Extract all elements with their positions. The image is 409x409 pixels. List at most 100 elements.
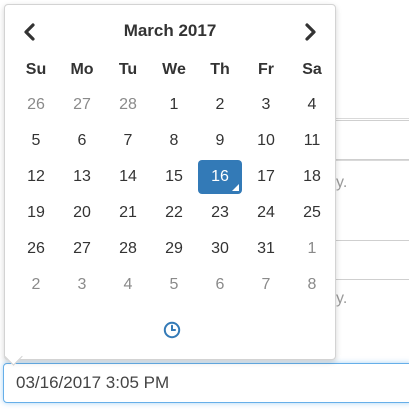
calendar-day[interactable]: 2 [14, 268, 58, 302]
calendar-day-cell: 6 [197, 267, 243, 303]
calendar-day-cell: 21 [105, 195, 151, 231]
calendar-day-cell: 4 [289, 87, 335, 123]
calendar-day[interactable]: 14 [106, 160, 150, 194]
calendar-day-cell: 29 [151, 231, 197, 267]
calendar-day-cell: 1 [151, 87, 197, 123]
calendar-day[interactable]: 13 [60, 160, 104, 194]
calendar-day-cell: 24 [243, 195, 289, 231]
calendar-week-row: 12 13 14 15 16 17 18 [13, 159, 335, 195]
calendar-day[interactable]: 4 [106, 268, 150, 302]
calendar-week-row: 5 6 7 8 9 10 11 [13, 123, 335, 159]
calendar-day[interactable]: 28 [106, 88, 150, 122]
calendar-week-row: 19 20 21 22 23 24 25 [13, 195, 335, 231]
calendar-day-cell: 9 [197, 123, 243, 159]
calendar-day-cell: 1 [289, 231, 335, 267]
calendar-day[interactable]: 2 [198, 88, 242, 122]
calendar-day[interactable]: 29 [152, 232, 196, 266]
calendar-day[interactable]: 6 [198, 268, 242, 302]
calendar-day[interactable]: 12 [14, 160, 58, 194]
calendar-day[interactable]: 19 [14, 196, 58, 230]
toggle-time-picker-button[interactable] [161, 319, 183, 341]
datetime-input[interactable] [3, 363, 409, 403]
calendar-day[interactable]: 26 [14, 88, 58, 122]
calendar-day[interactable]: 7 [106, 124, 150, 158]
weekday-label: Sa [302, 61, 322, 78]
calendar-day[interactable]: 21 [106, 196, 150, 230]
calendar-day-cell: 2 [197, 87, 243, 123]
calendar-day-cell: 27 [59, 231, 105, 267]
calendar-day[interactable]: 15 [152, 160, 196, 194]
next-month-button[interactable] [295, 17, 325, 47]
calendar-day-cell: 15 [151, 159, 197, 195]
calendar-day[interactable]: 20 [60, 196, 104, 230]
calendar-day[interactable]: 27 [60, 88, 104, 122]
calendar-day-cell: 2 [13, 267, 59, 303]
datetime-picker-popup: March 2017 Su Mo Tu We Th Fr Sa 26 27 28 1 2… [4, 4, 336, 360]
calendar-day-cell: 19 [13, 195, 59, 231]
calendar-day-cell: 8 [289, 267, 335, 303]
calendar-header: March 2017 [5, 17, 335, 47]
calendar-day-cell: 10 [243, 123, 289, 159]
calendar-day[interactable]: 27 [60, 232, 104, 266]
calendar-day[interactable]: 1 [290, 232, 334, 266]
calendar-day[interactable]: 24 [244, 196, 288, 230]
chevron-left-icon [24, 23, 35, 41]
calendar-day[interactable]: 3 [60, 268, 104, 302]
background-field [330, 240, 409, 280]
calendar-day-cell: 12 [13, 159, 59, 195]
calendar-day[interactable]: 4 [290, 88, 334, 122]
calendar-day-cell: 20 [59, 195, 105, 231]
weekday-label: Mo [70, 61, 94, 78]
calendar-day[interactable]: 7 [244, 268, 288, 302]
calendar-day[interactable]: 28 [106, 232, 150, 266]
calendar-day[interactable]: 17 [244, 160, 288, 194]
calendar-day[interactable]: 23 [198, 196, 242, 230]
selected-day[interactable]: 16 [198, 160, 242, 194]
previous-month-button[interactable] [15, 17, 45, 47]
background-divider [330, 118, 409, 119]
calendar-day[interactable]: 5 [14, 124, 58, 158]
calendar-day-cell: 27 [59, 87, 105, 123]
weekday-label: We [162, 61, 186, 78]
calendar-day-cell: 13 [59, 159, 105, 195]
calendar-day[interactable]: 26 [14, 232, 58, 266]
calendar-day-cell: 17 [243, 159, 289, 195]
calendar-week-row: 26 27 28 29 30 31 1 [13, 231, 335, 267]
calendar-day-cell: 3 [59, 267, 105, 303]
calendar-day[interactable]: 31 [244, 232, 288, 266]
calendar-day[interactable]: 11 [290, 124, 334, 158]
calendar-day-cell: 14 [105, 159, 151, 195]
calendar-day-cell: 23 [197, 195, 243, 231]
calendar-days: 26 27 28 1 2 3 4 5 6 7 8 9 10 11 12 13 14 15 16 17 18 19 20 21 2… [13, 87, 335, 303]
calendar-day[interactable]: 25 [290, 196, 334, 230]
calendar-day[interactable]: 8 [290, 268, 334, 302]
month-title[interactable]: March 2017 [85, 21, 255, 41]
weekday-header-row: Su Mo Tu We Th Fr Sa [13, 53, 335, 87]
calendar-day[interactable]: 5 [152, 268, 196, 302]
calendar-day-cell: 6 [59, 123, 105, 159]
calendar-day-cell: 4 [105, 267, 151, 303]
weekday-label: Tu [118, 61, 138, 78]
weekday-label: Th [210, 61, 230, 78]
calendar-day[interactable]: 9 [198, 124, 242, 158]
calendar-day[interactable]: 6 [60, 124, 104, 158]
calendar-day[interactable]: 22 [152, 196, 196, 230]
calendar-week-row: 2345678 [13, 267, 335, 303]
clock-icon [163, 321, 181, 339]
calendar-day[interactable]: 8 [152, 124, 196, 158]
background-text: y. [336, 290, 348, 307]
calendar-day-cell: 16 [197, 159, 243, 195]
calendar-day[interactable]: 1 [152, 88, 196, 122]
calendar-week-row: 26 27 28 1 2 3 4 [13, 87, 335, 123]
calendar-day[interactable]: 18 [290, 160, 334, 194]
calendar-day-cell: 3 [243, 87, 289, 123]
calendar-day-cell: 22 [151, 195, 197, 231]
background-field [330, 120, 409, 160]
calendar-day-cell: 7 [105, 123, 151, 159]
calendar-day-cell: 28 [105, 87, 151, 123]
calendar-day[interactable]: 10 [244, 124, 288, 158]
calendar-day[interactable]: 30 [198, 232, 242, 266]
calendar-grid: Su Mo Tu We Th Fr Sa 26 27 28 1 2 3 4 5 6 7 8 9 10 11… [13, 53, 335, 303]
calendar-day[interactable]: 3 [244, 88, 288, 122]
calendar-day-cell: 30 [197, 231, 243, 267]
